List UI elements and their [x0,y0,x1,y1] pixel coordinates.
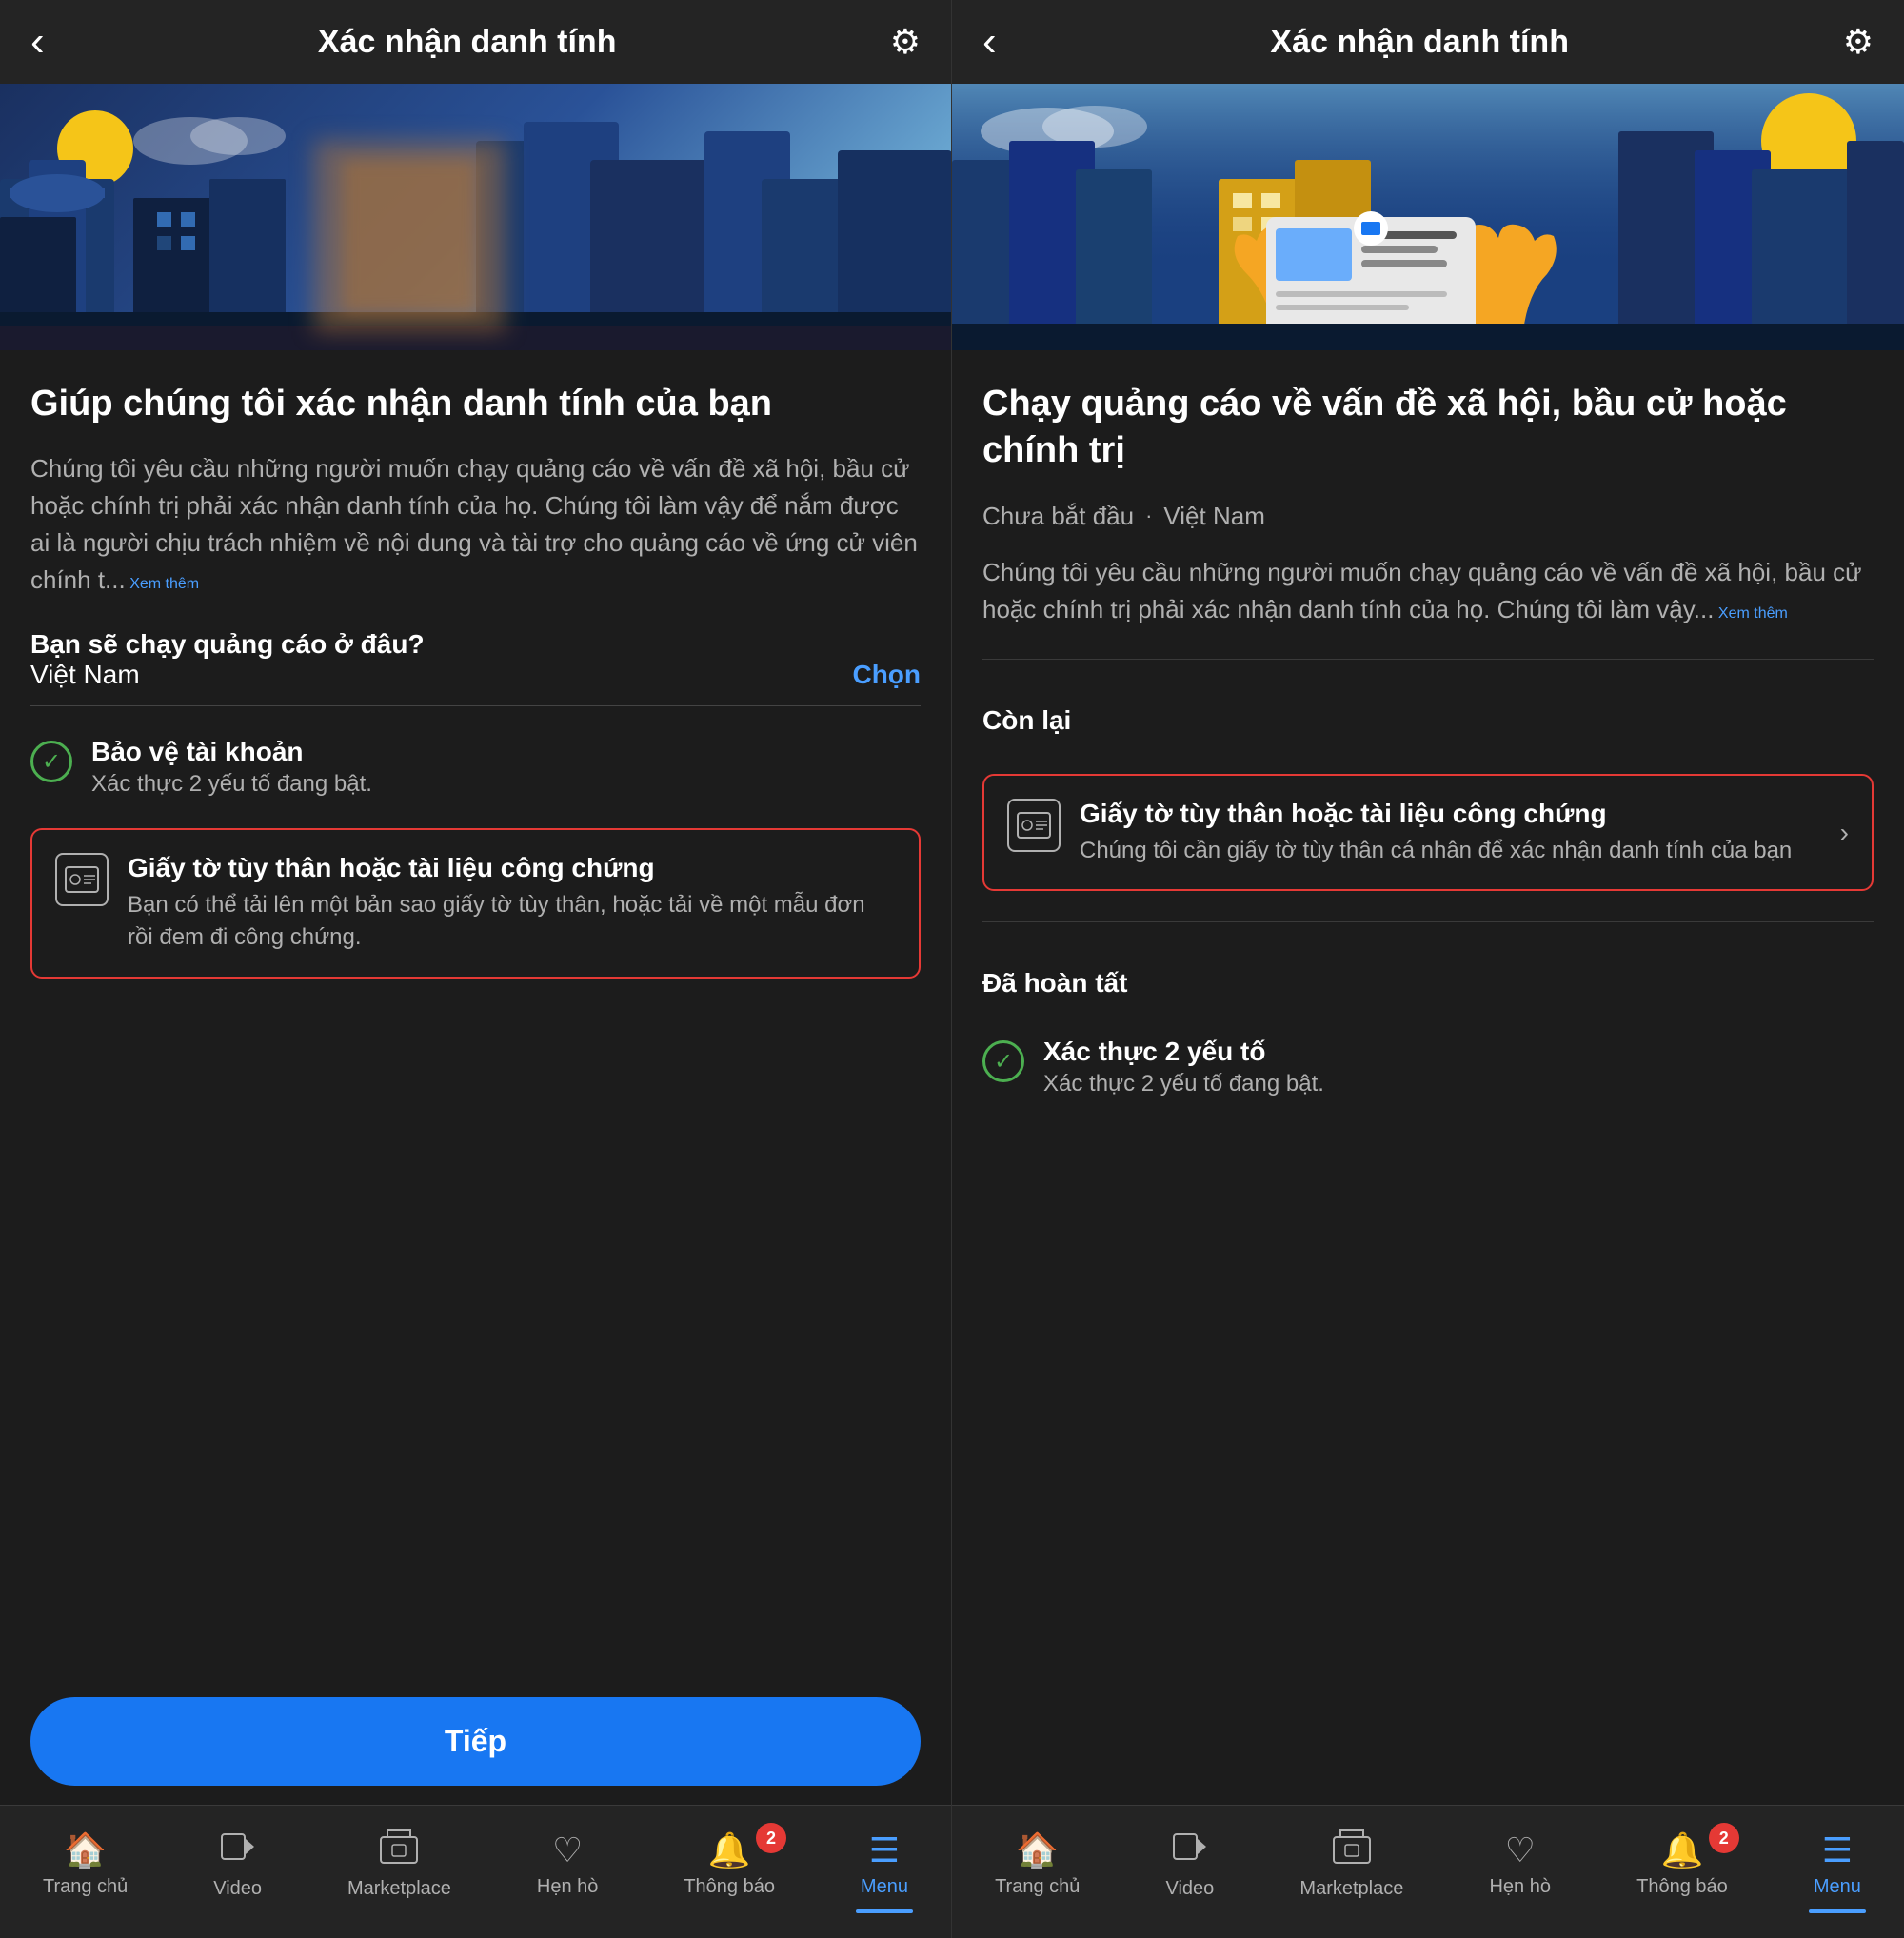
right-auth-text: Xác thực 2 yếu tố Xác thực 2 yếu tố đang… [1043,1037,1324,1098]
right-bell-icon: 🔔 [1661,1830,1704,1870]
right-marketplace-icon [1333,1829,1371,1872]
right-divider-1 [982,659,1874,660]
left-header-title: Xác nhận danh tính [318,24,617,61]
right-content: Chạy quảng cáo về vấn đề xã hội, bầu cử … [952,350,1904,1104]
left-header: ‹ Xác nhận danh tính ⚙ [0,0,951,84]
left-notification-badge: 2 [756,1823,786,1853]
left-nav-home-label: Trang chủ [43,1876,128,1898]
left-id-icon [55,853,109,906]
video-icon [221,1829,255,1872]
right-nav-marketplace-label: Marketplace [1299,1878,1403,1900]
right-home-icon: 🏠 [1016,1830,1059,1870]
left-settings-icon[interactable]: ⚙ [890,22,921,62]
right-nav-dating[interactable]: ♡ Hẹn hò [1489,1830,1551,1898]
left-nav-marketplace-label: Marketplace [347,1878,451,1900]
right-status-not-started: Chưa bắt đầu [982,502,1134,531]
left-nav-home[interactable]: 🏠 Trang chủ [43,1830,128,1898]
right-header-title: Xác nhận danh tính [1270,24,1569,61]
right-status-country: Việt Nam [1163,502,1264,531]
right-completed-label: Đã hoàn tất [982,968,1874,999]
menu-icon: ☰ [869,1830,900,1870]
left-protection-text: Bảo vệ tài khoản Xác thực 2 yếu tố đang … [91,737,372,798]
right-description: Chúng tôi yêu cầu những người muốn chạy … [982,554,1874,628]
left-main-heading: Giúp chúng tôi xác nhận danh tính của bạ… [30,381,921,427]
right-hero-image [952,84,1904,350]
right-bottom-nav: 🏠 Trang chủ Video Marketplace ♡ Hẹn hò 🔔… [952,1805,1904,1938]
left-hero-image [0,84,951,350]
right-nav-video[interactable]: Video [1166,1829,1215,1900]
left-bottom-section: Tiếp [0,1678,951,1805]
left-nav-menu-label: Menu [861,1876,908,1898]
city-illustration [0,84,951,350]
left-country-row: Việt Nam Chọn [30,660,921,706]
left-nav-video-label: Video [213,1878,262,1900]
left-where-label: Bạn sẽ chạy quảng cáo ở đâu? [30,629,921,660]
right-remaining-label: Còn lại [982,705,1874,736]
right-id-text: Giấy tờ tùy thân hoặc tài liệu công chứn… [1080,799,1821,867]
left-nav-dating[interactable]: ♡ Hẹn hò [537,1830,599,1898]
home-icon: 🏠 [64,1830,107,1870]
right-status-dot: · [1145,504,1152,528]
heart-icon: ♡ [552,1830,583,1870]
left-id-text: Giấy tờ tùy thân hoặc tài liệu công chứn… [128,853,896,953]
left-id-card-box[interactable]: Giấy tờ tùy thân hoặc tài liệu công chứn… [30,828,921,978]
left-nav-menu[interactable]: ☰ Menu [861,1830,908,1898]
marketplace-icon [380,1829,418,1872]
right-id-icon [1007,799,1061,852]
right-panel: ‹ Xác nhận danh tính ⚙ [952,0,1904,1938]
left-bottom-nav: 🏠 Trang chủ Video Marketplace ♡ Hẹn hò 🔔… [0,1805,951,1938]
left-choose-button[interactable]: Chọn [852,660,921,690]
left-description: Chúng tôi yêu cầu những người muốn chạy … [30,450,921,599]
left-next-button[interactable]: Tiếp [30,1697,921,1786]
left-nav-dating-label: Hẹn hò [537,1876,599,1898]
right-heart-icon: ♡ [1505,1830,1536,1870]
right-back-icon[interactable]: ‹ [982,18,997,66]
right-id-chevron: › [1840,818,1849,848]
right-nav-notifications[interactable]: 🔔 2 Thông báo [1636,1830,1728,1898]
left-nav-notifications[interactable]: 🔔 2 Thông báo [684,1830,775,1898]
right-video-icon [1173,1829,1207,1872]
right-nav-notifications-label: Thông báo [1636,1876,1728,1898]
right-spacer [952,1104,1904,1805]
left-check-icon: ✓ [30,741,72,782]
left-country-text: Việt Nam [30,660,140,690]
right-nav-marketplace[interactable]: Marketplace [1299,1829,1403,1900]
left-protection-row: ✓ Bảo vệ tài khoản Xác thực 2 yếu tố đan… [30,737,921,798]
right-menu-icon: ☰ [1822,1830,1853,1870]
left-panel: ‹ Xác nhận danh tính ⚙ [0,0,952,1938]
right-nav-video-label: Video [1166,1878,1215,1900]
left-see-more[interactable]: Xem thêm [129,576,199,592]
right-header: ‹ Xác nhận danh tính ⚙ [952,0,1904,84]
right-nav-home[interactable]: 🏠 Trang chủ [995,1830,1080,1898]
right-divider-2 [982,921,1874,922]
right-status-row: Chưa bắt đầu · Việt Nam [982,502,1874,531]
left-nav-marketplace[interactable]: Marketplace [347,1829,451,1900]
right-id-card-box[interactable]: Giấy tờ tùy thân hoặc tài liệu công chứn… [982,774,1874,892]
right-nav-dating-label: Hẹn hò [1489,1876,1551,1898]
right-nav-menu[interactable]: ☰ Menu [1814,1830,1861,1898]
left-content: Giúp chúng tôi xác nhận danh tính của bạ… [0,350,951,1678]
left-back-icon[interactable]: ‹ [30,18,45,66]
right-main-heading: Chạy quảng cáo về vấn đề xã hội, bầu cử … [982,381,1874,475]
right-nav-home-label: Trang chủ [995,1876,1080,1898]
left-nav-notifications-label: Thông báo [684,1876,775,1898]
right-see-more[interactable]: Xem thêm [1718,605,1788,622]
right-nav-active-indicator [1809,1909,1866,1913]
right-nav-menu-label: Menu [1814,1876,1861,1898]
left-nav-video[interactable]: Video [213,1829,262,1900]
right-settings-icon[interactable]: ⚙ [1843,22,1874,62]
right-check-icon: ✓ [982,1040,1024,1082]
right-completed-row: ✓ Xác thực 2 yếu tố Xác thực 2 yếu tố đa… [982,1037,1874,1098]
left-nav-active-indicator [856,1909,913,1913]
right-notification-badge: 2 [1709,1823,1739,1853]
left-where-section: Bạn sẽ chạy quảng cáo ở đâu? Việt Nam Ch… [30,622,921,706]
bell-icon: 🔔 [708,1830,751,1870]
right-city-illustration [952,84,1904,350]
